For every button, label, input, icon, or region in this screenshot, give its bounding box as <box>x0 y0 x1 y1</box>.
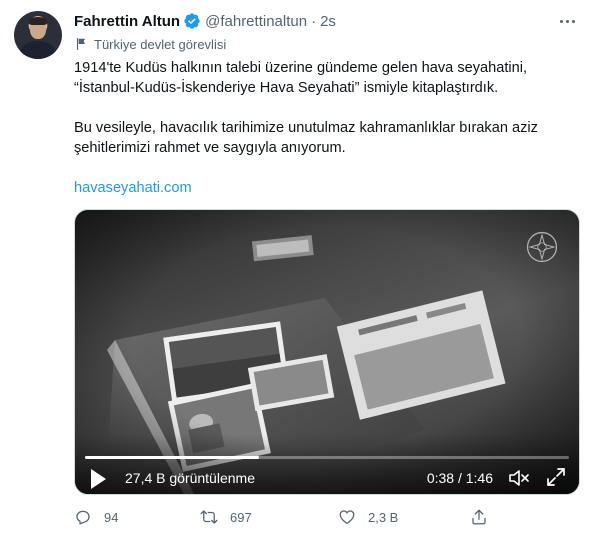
tweet-actions: 94 697 2,3 B <box>74 505 554 529</box>
author-name[interactable]: Fahrettin Altun <box>74 13 180 30</box>
like-count: 2,3 B <box>368 509 399 525</box>
reply-icon <box>76 510 90 525</box>
flag-icon <box>76 38 86 50</box>
view-count: 27,4 B görüntülenme <box>125 470 255 486</box>
tweet-timestamp[interactable]: 2s <box>320 13 336 30</box>
government-label-text: Türkiye devlet görevlisi <box>94 36 227 52</box>
author-avatar[interactable] <box>14 11 62 59</box>
author-handle[interactable]: @fahrettinaltun <box>205 13 307 30</box>
verified-badge-icon <box>184 13 200 29</box>
tweet-header: Fahrettin Altun @fahrettinaltun · 2s <box>74 11 336 31</box>
video-controls: 27,4 B görüntülenme 0:38 / 1:46 <box>75 434 579 494</box>
share-icon <box>472 509 486 525</box>
video-player[interactable]: 27,4 B görüntülenme 0:38 / 1:46 <box>74 209 580 495</box>
more-options-button[interactable] <box>556 12 578 30</box>
volume-icon[interactable] <box>507 466 531 490</box>
separator-dot: · <box>311 12 317 30</box>
share-button[interactable] <box>470 508 510 526</box>
emblem-watermark-icon <box>526 231 558 263</box>
retweet-button[interactable]: 697 <box>200 508 338 526</box>
fullscreen-icon[interactable] <box>545 466 567 488</box>
reply-button[interactable]: 94 <box>74 508 200 526</box>
reply-count: 94 <box>104 509 119 525</box>
video-duration: 0:38 / 1:46 <box>426 470 493 486</box>
tweet-link[interactable]: havaseyahati.com <box>74 180 192 196</box>
retweet-count: 697 <box>230 509 252 525</box>
tweet-text-line: 1914'te Kudüs halkının talebi üzerine gü… <box>74 60 528 76</box>
retweet-icon <box>200 510 218 524</box>
video-progress-fill <box>85 456 260 459</box>
tweet-text: 1914'te Kudüs halkının talebi üzerine gü… <box>74 58 574 198</box>
play-icon[interactable] <box>89 468 107 490</box>
tweet-text-line: şehitlerimizi rahmet ve saygıyla anıyoru… <box>74 140 346 156</box>
government-label[interactable]: Türkiye devlet görevlisi <box>74 35 226 53</box>
video-progress-bar[interactable] <box>85 456 569 459</box>
like-button[interactable]: 2,3 B <box>338 508 470 526</box>
heart-icon <box>339 510 355 525</box>
tweet-text-line: “İstanbul-Kudüs-İskenderiye Hava Seyahat… <box>74 80 499 96</box>
tweet-text-line: Bu vesileyle, havacılık tarihimize unutu… <box>74 120 538 136</box>
